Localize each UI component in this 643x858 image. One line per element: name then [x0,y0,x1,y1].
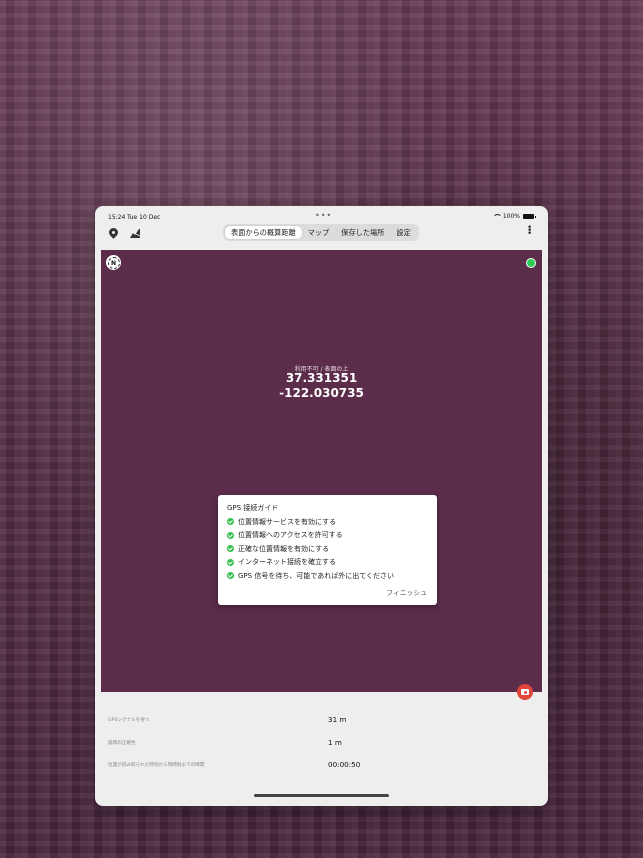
check-icon [227,518,234,526]
latitude-value: 37.331351 [285,371,358,385]
status-indicators: 100% [492,213,536,220]
map-area[interactable]: N 利用不可 / 表面の上 37.331351 -122.030735 Unit… [101,250,542,692]
list-item: 位置情報へのアクセスを許可する [227,529,394,543]
status-date: Tue 10 Dec [127,214,161,221]
status-bar: 15:24 Tue 10 Dec ••• 100% [95,206,548,226]
info-row-elapsed-time: 位置が読み取られた時刻から現時刻までの時間 00:00:50 [95,758,548,776]
elevation-chart-icon[interactable] [130,228,140,238]
wifi-icon [492,214,502,219]
tab-distance[interactable]: 表面からの概算距離 [225,226,302,239]
home-indicator[interactable] [254,794,389,797]
list-item-label: GPS 信号を待ち、可能であれば外に出てください [238,571,395,580]
longitude-value: -122.030735 [279,386,364,400]
gps-status-indicator [526,258,536,268]
battery-percent: 100% [502,213,520,220]
check-icon [227,545,234,553]
check-icon [227,572,234,580]
battery-icon [523,214,536,219]
check-icon [227,531,234,539]
tab-bar: 表面からの概算距離 マップ 保存した場所 設定 [223,224,419,241]
more-options-icon[interactable]: • • • [527,224,532,239]
list-item-label: インターネット接続を確立する [238,558,336,567]
info-row-accuracy: 座標の正確性 1 m [95,736,548,754]
location-pin-icon[interactable] [107,226,120,239]
list-item: 正確な位置情報を有効にする [227,542,394,556]
tab-map[interactable]: マップ [302,226,336,239]
list-item: GPS 信号を待ち、可能であれば外に出てください [227,569,394,583]
finish-button[interactable]: フィニッシュ [386,587,427,597]
toolbar: 表面からの概算距離 マップ 保存した場所 設定 • • • [95,224,548,250]
list-item-label: 正確な位置情報を有効にする [238,544,330,553]
compass-letter: N [107,256,120,269]
app-window: 15:24 Tue 10 Dec ••• 100% 表面からの概算距離 マップ … [95,206,548,806]
info-row-gps-signal: GPSシグナルを待つ 31 m [95,713,548,731]
multitasking-dots-icon[interactable]: ••• [315,211,332,220]
compass-icon[interactable]: N [106,255,121,270]
info-value: 1 m [328,738,342,747]
tab-saved-places[interactable]: 保存した場所 [335,226,390,239]
camera-button[interactable] [517,684,533,700]
info-value: 00:00:50 [328,760,361,769]
info-value: 31 m [328,715,347,724]
info-label: 位置が読み取られた時刻から現時刻までの時間 [108,763,205,768]
tab-settings[interactable]: 設定 [390,226,416,239]
list-item: インターネット接続を確立する [227,556,394,570]
dialog-title: GPS 接続ガイド [227,504,279,512]
info-label: 座標の正確性 [108,741,136,746]
camera-icon [521,689,529,695]
list-item-label: 位置情報へのアクセスを許可する [238,531,343,540]
list-item: 位置情報サービスを有効にする [227,515,394,529]
status-time: 15:24 [108,214,126,221]
list-item-label: 位置情報サービスを有効にする [238,517,337,526]
check-icon [227,558,234,566]
dialog-checklist: 位置情報サービスを有効にする 位置情報へのアクセスを許可する 正確な位置情報を有… [227,515,394,583]
gps-guide-dialog: GPS 接続ガイド 位置情報サービスを有効にする 位置情報へのアクセスを許可する… [218,495,437,605]
info-label: GPSシグナルを待つ [108,718,150,723]
